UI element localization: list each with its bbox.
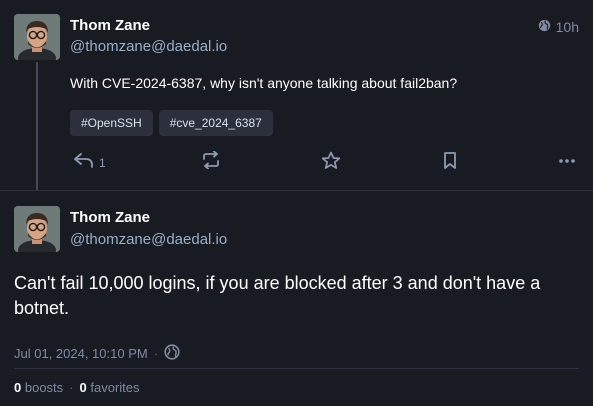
status-datetime[interactable]: Jul 01, 2024, 10:10 PM <box>14 346 148 361</box>
more-icon <box>558 153 576 171</box>
favorites-link[interactable]: 0 favorites <box>80 380 140 395</box>
favorites-label: favorites <box>90 380 140 395</box>
author-handle[interactable]: @thomzane@daedal.io <box>70 38 227 55</box>
bookmark-icon <box>442 151 458 175</box>
avatar[interactable] <box>14 14 60 60</box>
status-stats: 0 boosts · 0 favorites <box>14 380 140 395</box>
bookmark-button[interactable] <box>442 151 458 175</box>
hashtag-cve[interactable]: #cve_2024_6387 <box>158 110 273 136</box>
boosts-count: 0 <box>14 380 22 395</box>
avatar[interactable] <box>14 206 60 252</box>
post-text: With CVE-2024-6387, why isn't anyone tal… <box>70 75 458 91</box>
globe-icon <box>538 19 551 35</box>
author-name[interactable]: Thom Zane <box>70 17 150 34</box>
avatar-image <box>14 206 60 252</box>
avatar-image <box>14 14 60 60</box>
star-icon <box>321 151 341 175</box>
meta-separator: · <box>153 346 159 361</box>
status-content: Can't fail 10,000 logins, if you are blo… <box>14 273 541 318</box>
reply-icon <box>73 152 95 173</box>
thread-post[interactable]: Thom Zane @thomzane@daedal.io 10h With C… <box>0 0 593 190</box>
thread-connector <box>36 62 38 190</box>
reply-count: 1 <box>99 155 106 170</box>
boost-button[interactable] <box>201 150 221 174</box>
meta-divider <box>14 368 579 369</box>
author-name[interactable]: Thom Zane <box>70 209 150 226</box>
favorite-button[interactable] <box>321 151 341 175</box>
post-divider <box>0 190 593 191</box>
time-label: 10h <box>555 19 579 35</box>
author-handle[interactable]: @thomzane@daedal.io <box>70 231 227 248</box>
hashtag-bar: #OpenSSH #cve_2024_6387 <box>70 110 273 136</box>
boosts-label: boosts <box>24 380 64 395</box>
globe-icon <box>164 344 180 363</box>
boost-icon <box>201 150 221 174</box>
stats-separator: · <box>69 380 74 395</box>
reply-button[interactable]: 1 <box>73 152 106 173</box>
status-meta: Jul 01, 2024, 10:10 PM · <box>14 344 180 363</box>
boosts-link[interactable]: 0 boosts <box>14 380 63 395</box>
action-bar: 1 <box>70 148 580 176</box>
post-time[interactable]: 10h <box>538 19 579 35</box>
more-button[interactable] <box>558 153 576 171</box>
hashtag-openssh[interactable]: #OpenSSH <box>70 110 153 136</box>
favorites-count: 0 <box>79 380 87 395</box>
